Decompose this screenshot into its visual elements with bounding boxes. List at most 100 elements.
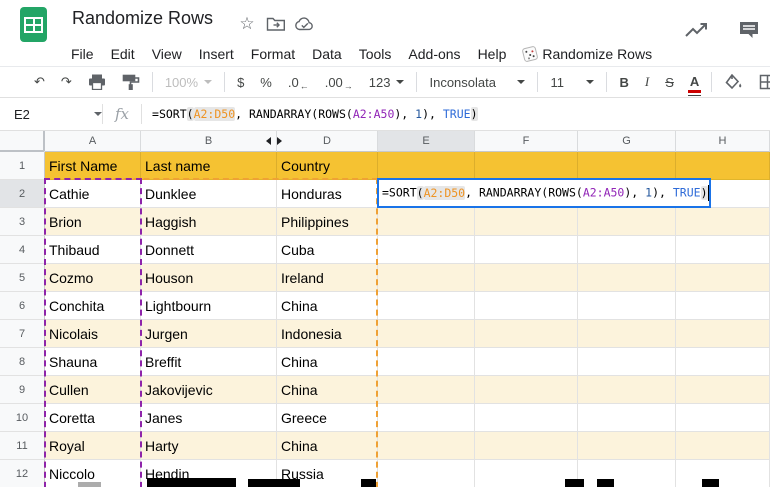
cell-h4[interactable] bbox=[676, 236, 770, 264]
cell-b7[interactable]: Jurgen bbox=[141, 320, 277, 348]
comment-button[interactable] bbox=[736, 17, 762, 43]
menu-format[interactable]: Format bbox=[251, 46, 295, 62]
decrease-decimal-button[interactable]: .0← bbox=[280, 70, 317, 94]
explore-trending-button[interactable] bbox=[684, 17, 710, 43]
cell-b2[interactable]: Dunklee bbox=[141, 180, 277, 208]
cell-e11[interactable] bbox=[378, 432, 475, 460]
column-header-e[interactable]: E bbox=[378, 131, 475, 152]
cell-e3[interactable] bbox=[378, 208, 475, 236]
cell-a1[interactable]: First Name bbox=[45, 152, 141, 180]
row-header-3[interactable]: 3 bbox=[0, 208, 45, 236]
cell-d10[interactable]: Greece bbox=[277, 404, 378, 432]
cell-h3[interactable] bbox=[676, 208, 770, 236]
cell-e5[interactable] bbox=[378, 264, 475, 292]
star-icon[interactable]: ☆ bbox=[236, 13, 258, 35]
cell-g10[interactable] bbox=[578, 404, 676, 432]
cell-g4[interactable] bbox=[578, 236, 676, 264]
cell-a11[interactable]: Royal bbox=[45, 432, 141, 460]
zoom-select[interactable]: 100% bbox=[157, 70, 220, 94]
italic-button[interactable]: I bbox=[637, 70, 657, 94]
column-header-b[interactable]: B bbox=[141, 131, 277, 152]
borders-button[interactable] bbox=[751, 70, 770, 94]
cell-d8[interactable]: China bbox=[277, 348, 378, 376]
row-header-10[interactable]: 10 bbox=[0, 404, 45, 432]
menu-help[interactable]: Help bbox=[478, 46, 507, 62]
cell-h1[interactable] bbox=[676, 152, 770, 180]
cell-b9[interactable]: Jakovijevic bbox=[141, 376, 277, 404]
cell-g5[interactable] bbox=[578, 264, 676, 292]
menu-insert[interactable]: Insert bbox=[199, 46, 234, 62]
cell-f7[interactable] bbox=[475, 320, 578, 348]
cell-g1[interactable] bbox=[578, 152, 676, 180]
row-header-1[interactable]: 1 bbox=[0, 152, 45, 180]
cell-d11[interactable]: China bbox=[277, 432, 378, 460]
cell-d9[interactable]: China bbox=[277, 376, 378, 404]
print-button[interactable] bbox=[80, 70, 114, 94]
paint-format-button[interactable] bbox=[114, 70, 148, 94]
hidden-column-indicator[interactable] bbox=[266, 137, 282, 145]
menu-data[interactable]: Data bbox=[312, 46, 342, 62]
menu-view[interactable]: View bbox=[152, 46, 182, 62]
row-header-9[interactable]: 9 bbox=[0, 376, 45, 404]
fill-color-button[interactable] bbox=[716, 70, 751, 94]
menu-edit[interactable]: Edit bbox=[111, 46, 135, 62]
cell-h11[interactable] bbox=[676, 432, 770, 460]
cell-a3[interactable]: Brion bbox=[45, 208, 141, 236]
cell-d4[interactable]: Cuba bbox=[277, 236, 378, 264]
cell-f3[interactable] bbox=[475, 208, 578, 236]
cell-h5[interactable] bbox=[676, 264, 770, 292]
cell-f5[interactable] bbox=[475, 264, 578, 292]
cell-editor[interactable]: =SORT(A2:D50, RANDARRAY(ROWS(A2:A50), 1)… bbox=[377, 178, 711, 208]
cell-d6[interactable]: China bbox=[277, 292, 378, 320]
sheets-logo-icon[interactable] bbox=[20, 7, 47, 42]
text-color-button[interactable]: A bbox=[682, 70, 707, 94]
row-header-2[interactable]: 2 bbox=[0, 180, 45, 208]
font-size-select[interactable]: 11 bbox=[542, 70, 602, 94]
undo-button[interactable]: ↶ bbox=[26, 70, 53, 94]
document-title[interactable]: Randomize Rows bbox=[72, 8, 213, 29]
column-header-g[interactable]: G bbox=[578, 131, 676, 152]
cell-e1[interactable] bbox=[378, 152, 475, 180]
cell-b5[interactable]: Houson bbox=[141, 264, 277, 292]
cell-e10[interactable] bbox=[378, 404, 475, 432]
cell-h6[interactable] bbox=[676, 292, 770, 320]
menu-randomize-rows-addon[interactable]: Randomize Rows bbox=[523, 46, 652, 62]
cell-h10[interactable] bbox=[676, 404, 770, 432]
cell-b11[interactable]: Harty bbox=[141, 432, 277, 460]
cell-e4[interactable] bbox=[378, 236, 475, 264]
cell-a7[interactable]: Nicolais bbox=[45, 320, 141, 348]
cell-a2[interactable]: Cathie bbox=[45, 180, 141, 208]
format-percent-button[interactable]: % bbox=[252, 70, 280, 94]
cell-b4[interactable]: Donnett bbox=[141, 236, 277, 264]
cell-g12[interactable] bbox=[578, 460, 676, 487]
cell-f8[interactable] bbox=[475, 348, 578, 376]
cell-b8[interactable]: Breffit bbox=[141, 348, 277, 376]
increase-decimal-button[interactable]: .00→ bbox=[317, 70, 361, 94]
cell-b3[interactable]: Haggish bbox=[141, 208, 277, 236]
cell-e6[interactable] bbox=[378, 292, 475, 320]
strikethrough-button[interactable]: S bbox=[657, 70, 682, 94]
redo-button[interactable]: ↷ bbox=[53, 70, 80, 94]
cell-e8[interactable] bbox=[378, 348, 475, 376]
cell-f10[interactable] bbox=[475, 404, 578, 432]
name-box[interactable]: E2 bbox=[0, 98, 102, 130]
cell-b1[interactable]: Last name bbox=[141, 152, 277, 180]
bold-button[interactable]: B bbox=[611, 70, 636, 94]
menu-addons[interactable]: Add-ons bbox=[408, 46, 460, 62]
cell-h9[interactable] bbox=[676, 376, 770, 404]
cell-e12[interactable] bbox=[378, 460, 475, 487]
cloud-saved-icon[interactable] bbox=[294, 13, 316, 35]
cell-h8[interactable] bbox=[676, 348, 770, 376]
number-format-select[interactable]: 123 bbox=[361, 70, 413, 94]
cell-d2[interactable]: Honduras bbox=[277, 180, 378, 208]
move-to-folder-icon[interactable] bbox=[265, 13, 287, 35]
cell-g7[interactable] bbox=[578, 320, 676, 348]
cell-g8[interactable] bbox=[578, 348, 676, 376]
cell-g3[interactable] bbox=[578, 208, 676, 236]
cell-g11[interactable] bbox=[578, 432, 676, 460]
row-header-8[interactable]: 8 bbox=[0, 348, 45, 376]
column-header-d[interactable]: D bbox=[277, 131, 378, 152]
menu-tools[interactable]: Tools bbox=[359, 46, 392, 62]
cell-h12[interactable] bbox=[676, 460, 770, 487]
row-header-12[interactable]: 12 bbox=[0, 460, 45, 487]
